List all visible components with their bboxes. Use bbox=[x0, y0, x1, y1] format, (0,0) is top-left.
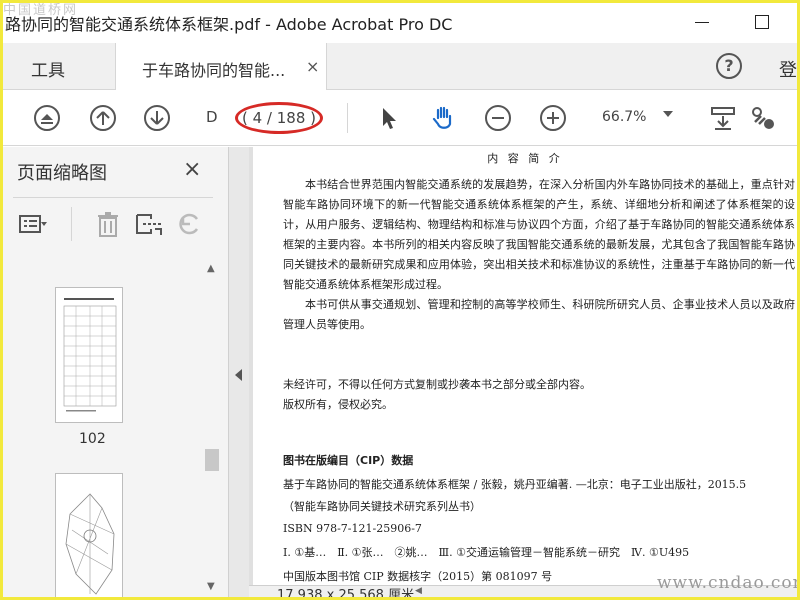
window-title: 路协同的智能交通系统体系框架.pdf - Adobe Acrobat Pro D… bbox=[5, 15, 453, 34]
delete-page-icon[interactable] bbox=[93, 209, 123, 239]
zoom-dropdown-icon[interactable] bbox=[663, 111, 673, 117]
page-thumbnails-panel: 页面缩略图 × 102 ▲ ▼ bbox=[3, 147, 229, 597]
page-count: ( 4 / 188 ) bbox=[235, 102, 323, 134]
page-heading: 内 容 简 介 bbox=[487, 152, 563, 165]
cip-line: 基于车路协同的智能交通系统体系框架 / 张毅，姚丹亚编著. —北京：电子工业出版… bbox=[283, 478, 747, 491]
minimize-button[interactable] bbox=[687, 9, 717, 35]
rights-notice: 版权所有，侵权必究。 bbox=[283, 398, 393, 411]
title-bar: 中国道桥网 路协同的智能交通系统体系框架.pdf - Adobe Acrobat… bbox=[3, 3, 797, 43]
toolbar-divider bbox=[347, 103, 348, 133]
summary-paragraph-2: 本书可供从事交通规划、管理和控制的高等学校师生、科研院所研究人员、企事业技术人员… bbox=[283, 298, 795, 331]
scroll-mode-icon[interactable] bbox=[709, 104, 737, 132]
panel-title: 页面缩略图 bbox=[17, 163, 107, 184]
horizontal-scroll-left-icon[interactable]: ◀ bbox=[415, 586, 422, 596]
panel-close-icon[interactable]: × bbox=[183, 157, 201, 182]
zoom-in-icon[interactable] bbox=[539, 104, 567, 132]
extract-page-icon[interactable] bbox=[133, 209, 163, 239]
collapse-arrow-icon[interactable] bbox=[235, 369, 242, 381]
page-number-input[interactable]: D bbox=[206, 108, 218, 126]
thumbnail-scrollbar[interactable]: ▲ ▼ bbox=[203, 259, 221, 597]
page-thumbnail-label: 102 bbox=[79, 431, 106, 447]
page-thumbnail-103[interactable] bbox=[55, 473, 123, 597]
hand-tool-icon[interactable] bbox=[429, 104, 457, 132]
page-size-label: 17.938 x 25.568 厘米 bbox=[277, 588, 415, 597]
scroll-thumb[interactable] bbox=[205, 449, 219, 471]
pdf-page: 内 容 简 介 本书结合世界范围内智能交通系统的发展趋势，在深入分析国内外车路协… bbox=[253, 147, 797, 597]
acrobat-window: 中国道桥网 路协同的智能交通系统体系框架.pdf - Adobe Acrobat… bbox=[3, 3, 797, 597]
tab-document-label: 于车路协同的智能... bbox=[142, 61, 286, 80]
share-link-icon[interactable] bbox=[749, 104, 777, 132]
document-view[interactable]: 内 容 简 介 本书结合世界范围内智能交通系统的发展趋势，在深入分析国内外车路协… bbox=[249, 147, 797, 597]
cip-title: 图书在版编目（CIP）数据 bbox=[283, 454, 414, 467]
maximize-button[interactable] bbox=[747, 9, 777, 35]
zoom-out-icon[interactable] bbox=[484, 104, 512, 132]
page-thumbnail-102[interactable] bbox=[55, 287, 123, 423]
panel-divider bbox=[13, 197, 213, 198]
help-icon[interactable]: ? bbox=[716, 53, 742, 79]
panel-collapse-strip[interactable] bbox=[229, 147, 249, 597]
tab-document[interactable]: 于车路协同的智能... × bbox=[115, 43, 327, 90]
scroll-up-icon[interactable]: ▲ bbox=[207, 263, 215, 274]
copyright-notice: 未经许可，不得以任何方式复制或抄袭本书之部分或全部内容。 bbox=[283, 378, 591, 391]
rotate-page-icon[interactable] bbox=[175, 209, 205, 239]
zoom-level[interactable]: 66.7% bbox=[602, 109, 646, 125]
panel-tool-divider bbox=[71, 207, 72, 241]
cip-line: ISBN 978-7-121-25906-7 bbox=[283, 522, 422, 535]
select-cursor-icon[interactable] bbox=[375, 104, 403, 132]
tab-tools[interactable]: 工具 bbox=[31, 56, 65, 81]
summary-paragraph-1: 本书结合世界范围内智能交通系统的发展趋势，在深入分析国内外车路协同技术的基础上，… bbox=[283, 178, 795, 291]
tab-bar: 工具 于车路协同的智能... × ? 登 bbox=[3, 43, 797, 90]
options-menu-icon[interactable] bbox=[17, 209, 47, 239]
first-page-icon[interactable] bbox=[33, 104, 61, 132]
scroll-down-icon[interactable]: ▼ bbox=[207, 581, 215, 592]
watermark-bottom: www.cndao.com bbox=[657, 573, 797, 593]
cip-line: Ⅰ. ①基… Ⅱ. ①张… ②姚… Ⅲ. ①交通运输管理－智能系统－研究 Ⅳ. … bbox=[283, 546, 690, 559]
previous-page-icon[interactable] bbox=[89, 104, 117, 132]
toolbar: D ( 4 / 188 ) 66.7% bbox=[3, 91, 797, 146]
thumbnail-list: 102 bbox=[3, 259, 201, 597]
next-page-icon[interactable] bbox=[143, 104, 171, 132]
tab-close-icon[interactable]: × bbox=[306, 57, 319, 76]
login-button[interactable]: 登 bbox=[779, 56, 797, 82]
cip-line: （智能车路协同关键技术研究系列丛书） bbox=[283, 500, 481, 513]
